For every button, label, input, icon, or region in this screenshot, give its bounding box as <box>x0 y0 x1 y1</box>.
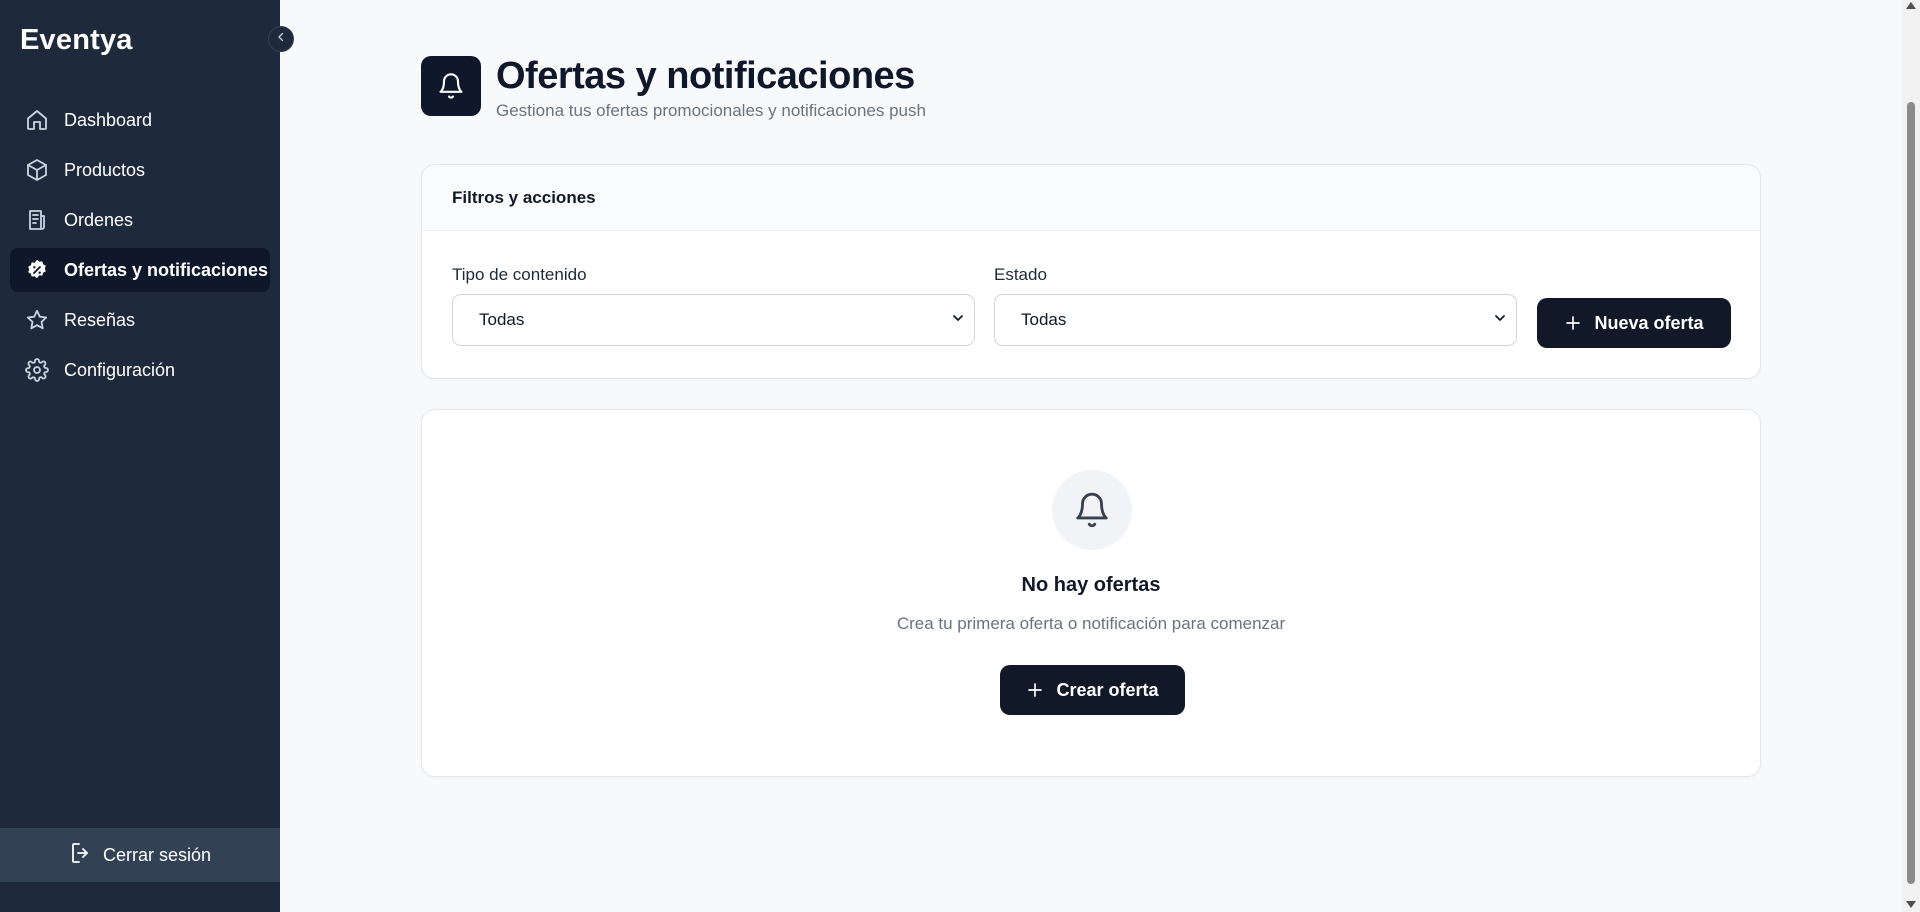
filters-card: Filtros y acciones Tipo de contenido Tod… <box>421 164 1761 379</box>
content-type-label: Tipo de contenido <box>452 265 587 284</box>
content-type-value: Todas <box>479 310 525 329</box>
page-header: Ofertas y notificaciones Gestiona tus of… <box>421 55 926 121</box>
create-offer-label: Crear oferta <box>1056 679 1159 700</box>
receipt-icon <box>24 207 50 233</box>
bell-icon <box>1052 470 1132 550</box>
sidebar-item-label: Productos <box>64 159 146 180</box>
sidebar-item-ofertas[interactable]: Ofertas y notificaciones <box>10 248 270 292</box>
status-field: Estado Todas <box>994 265 1517 346</box>
brand-logo[interactable]: Eventya <box>20 24 133 57</box>
content-type-field: Tipo de contenido Todas <box>452 265 975 346</box>
status-select[interactable]: Todas <box>994 294 1517 346</box>
logout-label: Cerrar sesión <box>102 844 212 865</box>
vertical-scrollbar[interactable] <box>1902 0 1920 912</box>
sidebar-item-ordenes[interactable]: Ordenes <box>10 198 270 242</box>
page-subtitle: Gestiona tus ofertas promocionales y not… <box>496 101 926 120</box>
sidebar-item-label: Ofertas y notificaciones <box>64 259 269 280</box>
sidebar-item-dashboard[interactable]: Dashboard <box>10 98 270 142</box>
new-offer-button[interactable]: Nueva oferta <box>1537 298 1731 348</box>
gear-icon <box>24 357 50 383</box>
scroll-down-arrow-icon[interactable] <box>1906 901 1916 908</box>
sidebar-item-configuracion[interactable]: Configuración <box>10 348 270 392</box>
content-type-select[interactable]: Todas <box>452 294 975 346</box>
badge-percent-icon <box>24 257 50 283</box>
sidebar-collapse-button[interactable] <box>268 26 294 52</box>
chevron-down-icon <box>950 310 966 331</box>
new-offer-label: Nueva oferta <box>1594 312 1704 333</box>
plus-icon <box>1026 681 1044 699</box>
empty-state-title: No hay ofertas <box>1021 574 1161 596</box>
filters-header: Filtros y acciones <box>422 165 1760 231</box>
bell-icon <box>421 56 481 116</box>
sidebar-item-label: Configuración <box>64 359 176 380</box>
plus-icon <box>1564 314 1582 332</box>
scrollbar-thumb[interactable] <box>1907 102 1915 884</box>
page-title: Ofertas y notificaciones <box>496 55 915 97</box>
empty-state-description: Crea tu primera oferta o notificación pa… <box>896 614 1286 633</box>
filters-title: Filtros y acciones <box>452 187 596 207</box>
sidebar-item-label: Dashboard <box>64 109 153 130</box>
main-content: Ofertas y notificaciones Gestiona tus of… <box>280 0 1902 912</box>
sidebar: Eventya Dashboard Productos Ordenes Ofer… <box>0 0 280 912</box>
home-icon <box>24 107 50 133</box>
create-offer-button[interactable]: Crear oferta <box>1000 665 1185 715</box>
chevron-left-icon <box>275 30 287 48</box>
logout-icon <box>69 841 93 870</box>
logout-button[interactable]: Cerrar sesión <box>0 828 280 882</box>
sidebar-item-resenas[interactable]: Reseñas <box>10 298 270 342</box>
empty-state-card: No hay ofertas Crea tu primera oferta o … <box>421 409 1761 777</box>
sidebar-item-productos[interactable]: Productos <box>10 148 270 192</box>
scroll-up-arrow-icon[interactable] <box>1906 2 1916 9</box>
sidebar-item-label: Ordenes <box>64 209 134 230</box>
status-value: Todas <box>1021 310 1067 329</box>
sidebar-nav: Dashboard Productos Ordenes Ofertas y no… <box>10 98 270 398</box>
star-icon <box>24 307 50 333</box>
status-label: Estado <box>994 265 1047 284</box>
box-icon <box>24 157 50 183</box>
chevron-down-icon <box>1492 310 1508 331</box>
sidebar-item-label: Reseñas <box>64 309 136 330</box>
